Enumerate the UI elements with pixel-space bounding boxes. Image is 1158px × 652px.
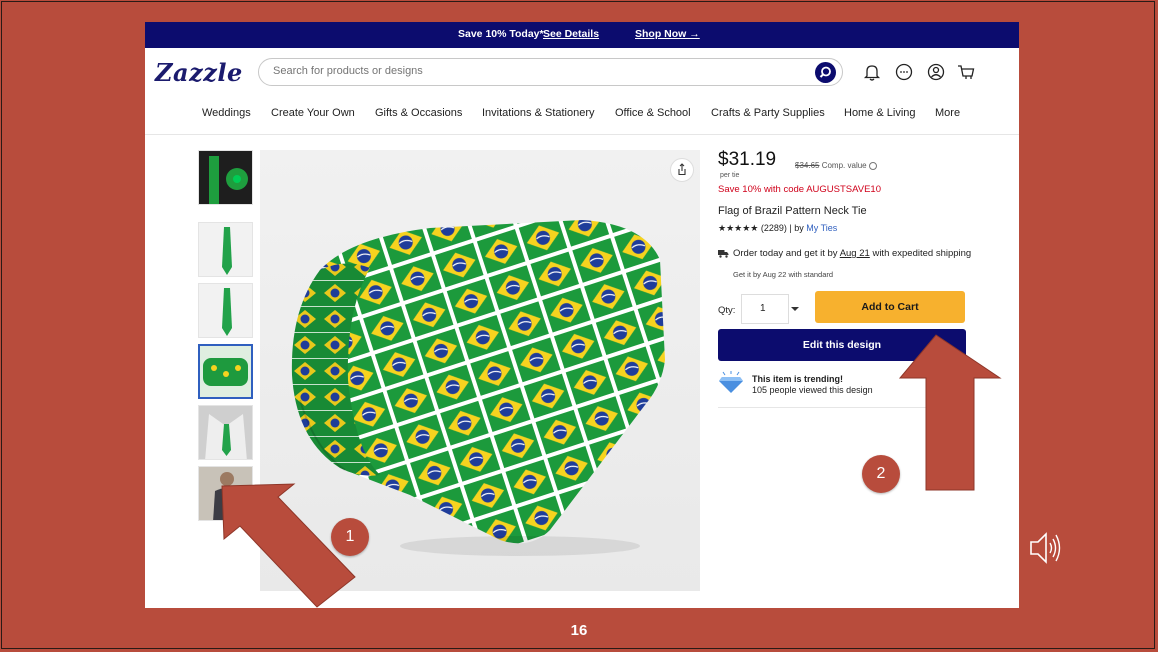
speaker-icon[interactable] — [1028, 528, 1062, 568]
annotation-badge-2: 2 — [862, 455, 900, 493]
annotation-overlay — [221, 334, 1002, 608]
arrow-2-shape — [898, 334, 1002, 491]
slide-number: 16 — [570, 622, 588, 639]
annotation-badge-1: 1 — [331, 518, 369, 556]
